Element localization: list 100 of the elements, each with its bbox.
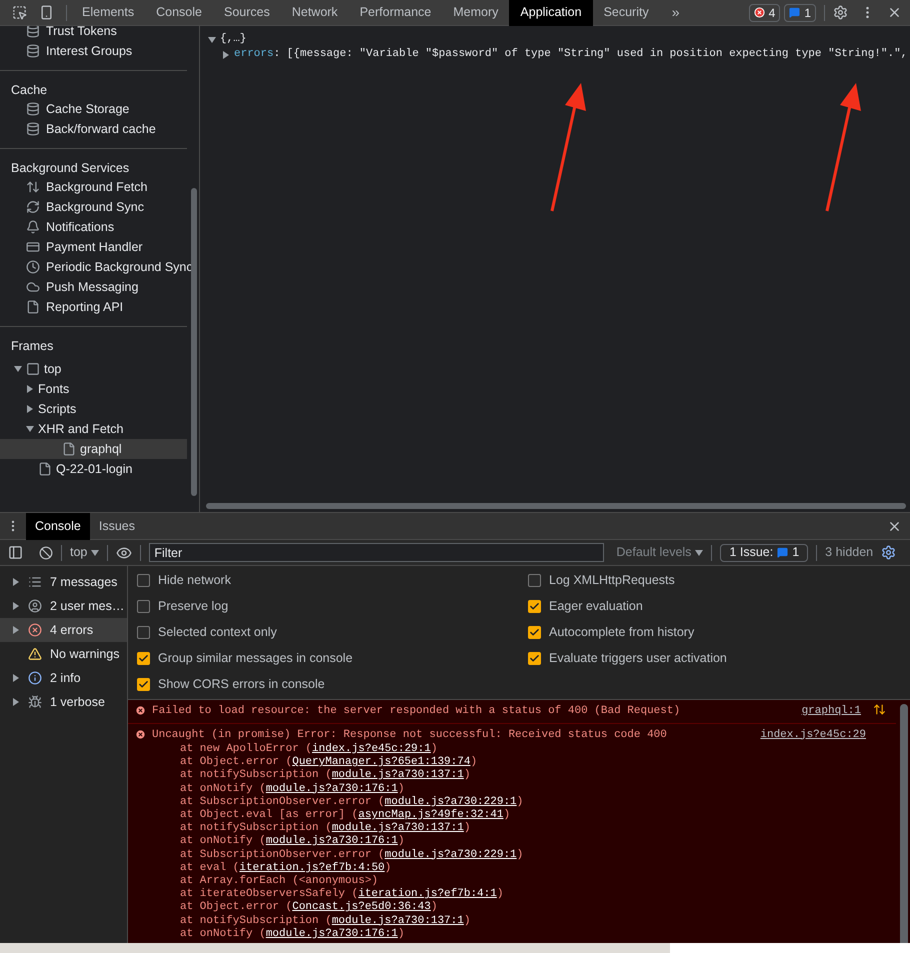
filter-item[interactable]: 1 verbose bbox=[0, 690, 127, 714]
collapse-icon[interactable] bbox=[208, 36, 216, 44]
checkbox-option[interactable]: Show CORS errors in console bbox=[137, 671, 528, 697]
expand-icon[interactable] bbox=[12, 674, 20, 682]
stack-link[interactable]: iteration.js?ef7b:4:1 bbox=[358, 888, 497, 900]
sidebar-item[interactable]: Reporting API bbox=[0, 297, 187, 317]
issues-button[interactable]: 1 Issue: 1 bbox=[720, 544, 808, 562]
checkbox-option[interactable]: Selected context only bbox=[137, 619, 528, 645]
sidebar-item[interactable]: Interest Groups bbox=[0, 41, 187, 61]
checkbox-option[interactable]: Eager evaluation bbox=[528, 593, 727, 619]
tree-item[interactable]: Fonts bbox=[0, 379, 187, 399]
expand-icon[interactable] bbox=[12, 602, 20, 610]
stack-link[interactable]: module.js?a730:137:1 bbox=[332, 769, 464, 782]
checkbox[interactable] bbox=[528, 600, 541, 612]
sidebar-item[interactable]: Cache Storage bbox=[0, 99, 187, 119]
panel-tab[interactable]: Console bbox=[145, 0, 213, 26]
tree-item[interactable]: Q-22-01-login bbox=[0, 459, 187, 479]
filter-item[interactable]: 2 info bbox=[0, 666, 127, 690]
tree-item[interactable]: top bbox=[0, 359, 187, 379]
stack-link[interactable]: module.js?a730:229:1 bbox=[384, 848, 517, 861]
clear-icon[interactable] bbox=[39, 546, 53, 560]
checkbox[interactable] bbox=[137, 678, 150, 690]
stack-link[interactable]: module.js?a730:137:1 bbox=[332, 822, 464, 834]
sidebar-item[interactable]: Background Sync bbox=[0, 197, 187, 217]
filter-item[interactable]: 4 errors bbox=[0, 618, 127, 642]
checkbox-option[interactable]: Group similar messages in console bbox=[137, 645, 528, 671]
expand-icon[interactable] bbox=[26, 405, 34, 413]
panel-tab[interactable]: Performance bbox=[348, 0, 442, 26]
sidebar-item[interactable]: Payment Handler bbox=[0, 237, 187, 257]
filter-item[interactable]: 7 messages bbox=[0, 570, 127, 594]
sidebar-item[interactable]: Notifications bbox=[0, 217, 187, 237]
tree-item[interactable]: graphql bbox=[0, 439, 187, 459]
stack-link[interactable]: module.js?a730:176:1 bbox=[266, 835, 398, 848]
collapse-icon[interactable] bbox=[91, 548, 100, 556]
sidebar-toggle-icon[interactable] bbox=[8, 545, 23, 560]
collapse-icon[interactable] bbox=[26, 425, 34, 433]
checkbox[interactable] bbox=[137, 652, 150, 664]
stack-link[interactable]: module.js?a730:137:1 bbox=[332, 914, 464, 927]
sidebar-item[interactable]: Push Messaging bbox=[0, 277, 187, 297]
network-icon[interactable] bbox=[873, 703, 886, 716]
checkbox-option[interactable]: Evaluate triggers user activation bbox=[528, 645, 727, 671]
close-icon[interactable] bbox=[887, 5, 902, 20]
object-property[interactable]: errors: [{message: "Variable "$password" of type "String" used in position expecting type "String!".", bbox=[234, 46, 908, 63]
scrollbar[interactable] bbox=[191, 188, 197, 496]
panel-tab[interactable]: Elements bbox=[71, 0, 146, 26]
stack-link[interactable]: iteration.js?ef7b:4:50 bbox=[239, 862, 385, 874]
sidebar-item[interactable]: Back/forward cache bbox=[0, 119, 187, 139]
expand-icon[interactable] bbox=[222, 50, 230, 58]
drawer-tab[interactable]: Console bbox=[26, 512, 90, 540]
drawer-tab[interactable]: Issues bbox=[90, 512, 144, 540]
inspect-icon[interactable] bbox=[12, 5, 27, 20]
expand-icon[interactable] bbox=[12, 626, 20, 634]
checkbox[interactable] bbox=[137, 600, 150, 612]
error-counter[interactable]: 4 bbox=[748, 4, 780, 22]
checkbox-option[interactable]: Log XMLHttpRequests bbox=[528, 567, 727, 593]
tree-item[interactable]: Scripts bbox=[0, 399, 187, 419]
settings-icon[interactable] bbox=[833, 5, 848, 20]
scrollbar[interactable] bbox=[900, 704, 908, 943]
source-link[interactable]: index.js?e45c:29 bbox=[760, 726, 866, 743]
filter-field[interactable]: Filter bbox=[149, 543, 604, 562]
source-link[interactable]: graphql:1 bbox=[802, 703, 861, 720]
sidebar-item[interactable]: Background Fetch bbox=[0, 177, 187, 197]
stack-link[interactable]: asyncMap.js?49fe:32:41 bbox=[358, 809, 504, 822]
expand-icon[interactable] bbox=[26, 385, 34, 393]
collapse-icon[interactable] bbox=[695, 548, 704, 556]
panel-tab[interactable]: Security bbox=[592, 0, 660, 26]
panel-tab[interactable]: Network bbox=[280, 0, 349, 26]
error-message: Failed to load resource: the server responded with a status of 400 (Bad Request) bbox=[152, 704, 680, 719]
stack-link[interactable]: QueryManager.js?65e1:139:74 bbox=[292, 756, 470, 768]
checkbox-option[interactable]: Preserve log bbox=[137, 593, 528, 619]
expand-icon[interactable] bbox=[12, 698, 20, 706]
tree-item[interactable]: XHR and Fetch bbox=[0, 419, 187, 439]
context-dropdown[interactable]: top bbox=[70, 543, 100, 562]
checkbox-option[interactable]: Autocomplete from history bbox=[528, 619, 727, 645]
checkbox[interactable] bbox=[137, 574, 150, 586]
more-tabs-button[interactable]: » bbox=[660, 2, 692, 23]
panel-tab[interactable]: Memory bbox=[442, 0, 510, 26]
checkbox-option[interactable]: Hide network bbox=[137, 567, 528, 593]
panel-tab[interactable]: Application bbox=[509, 0, 593, 26]
device-icon[interactable] bbox=[39, 5, 54, 20]
stack-link[interactable]: Concast.js?e5d0:36:43 bbox=[292, 901, 431, 914]
panel-tab[interactable]: Sources bbox=[212, 0, 281, 26]
filter-item[interactable]: 2 user mes… bbox=[0, 594, 127, 618]
checkbox[interactable] bbox=[528, 626, 541, 638]
checkbox[interactable] bbox=[137, 626, 150, 638]
eye-icon[interactable] bbox=[116, 544, 132, 560]
settings-icon[interactable] bbox=[881, 545, 896, 560]
stack-link[interactable]: module.js?a730:176:1 bbox=[266, 782, 398, 795]
stack-link[interactable]: module.js?a730:176:1 bbox=[266, 928, 398, 940]
object-root[interactable]: {,…} bbox=[220, 31, 246, 48]
stack-link[interactable]: index.js?e45c:29:1 bbox=[312, 743, 431, 755]
issue-counter[interactable]: 1 bbox=[784, 4, 816, 22]
levels-dropdown[interactable]: Default levels bbox=[616, 543, 704, 562]
horizontal-scrollbar[interactable] bbox=[206, 503, 906, 509]
expand-icon[interactable] bbox=[12, 578, 20, 586]
filter-item[interactable]: No warnings bbox=[0, 642, 127, 666]
stack-link[interactable]: module.js?a730:229:1 bbox=[384, 796, 517, 808]
checkbox[interactable] bbox=[528, 652, 541, 664]
checkbox[interactable] bbox=[528, 574, 541, 586]
collapse-icon[interactable] bbox=[14, 365, 22, 373]
